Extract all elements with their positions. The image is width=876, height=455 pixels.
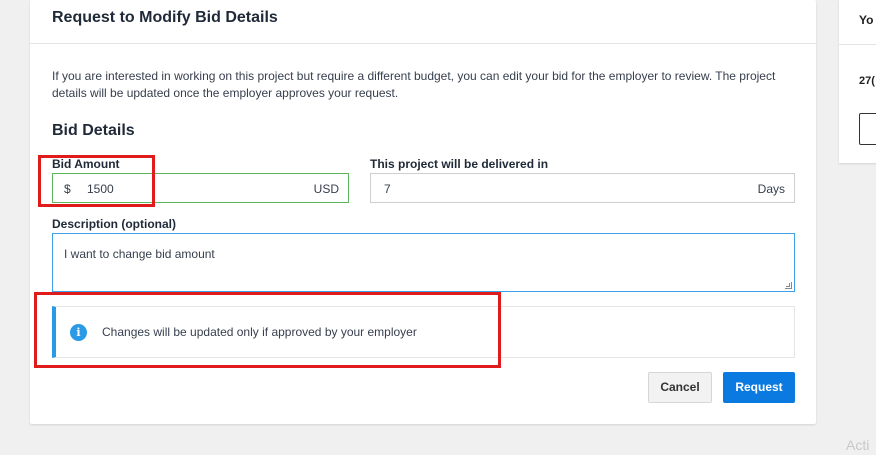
- delivery-unit: Days: [757, 182, 785, 196]
- bid-amount-value: 1500: [87, 182, 114, 196]
- intro-text: If you are interested in working on this…: [52, 69, 776, 100]
- resize-handle-icon[interactable]: [785, 282, 792, 289]
- notice-text: Changes will be updated only if approved…: [102, 325, 417, 339]
- modal-header: Request to Modify Bid Details: [30, 0, 816, 44]
- bid-amount-label: Bid Amount: [52, 157, 120, 171]
- cancel-button[interactable]: Cancel: [648, 372, 712, 403]
- delivery-days-value: 7: [384, 182, 391, 196]
- side-panel-button[interactable]: [859, 113, 876, 145]
- side-panel-divider: [839, 44, 876, 45]
- modal-title: Request to Modify Bid Details: [52, 9, 278, 26]
- side-panel: Yo 27(: [839, 0, 876, 163]
- bid-amount-input[interactable]: $ 1500 USD: [52, 173, 349, 203]
- info-icon: i: [70, 324, 87, 341]
- delivery-label: This project will be delivered in: [370, 157, 549, 171]
- side-panel-title: Yo: [859, 13, 874, 27]
- side-panel-number: 27(: [859, 75, 875, 87]
- approval-notice: i Changes will be updated only if approv…: [52, 306, 795, 358]
- description-textarea[interactable]: I want to change bid amount: [52, 233, 795, 292]
- bid-details-heading: Bid Details: [52, 122, 135, 139]
- request-button[interactable]: Request: [723, 372, 795, 403]
- activation-watermark: Acti: [846, 437, 870, 453]
- description-value: I want to change bid amount: [64, 247, 215, 261]
- modify-bid-modal: Request to Modify Bid Details If you are…: [30, 0, 816, 424]
- currency-symbol: $: [64, 182, 71, 196]
- currency-code: USD: [313, 182, 339, 196]
- delivery-days-input[interactable]: 7 Days: [370, 173, 795, 203]
- description-label: Description (optional): [52, 217, 176, 231]
